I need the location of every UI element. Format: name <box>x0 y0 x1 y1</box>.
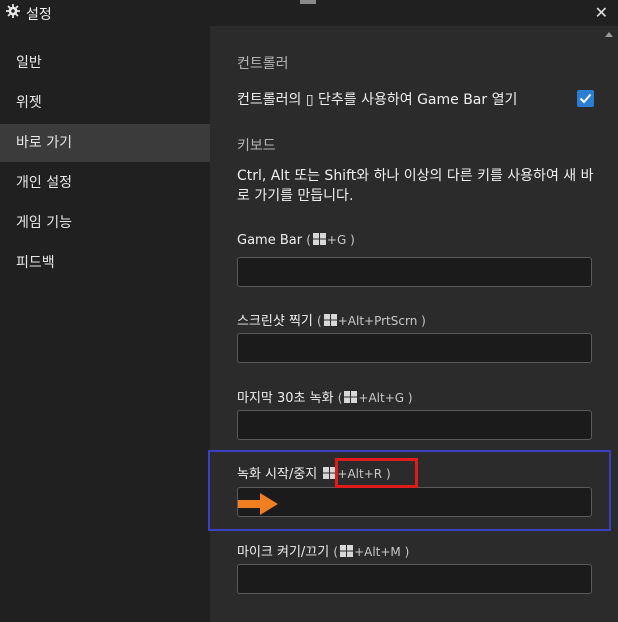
shortcut-keys: (+Alt+G ) <box>337 391 413 405</box>
gear-icon <box>6 4 20 18</box>
shortcut-keys: (+Alt+PrtScrn ) <box>317 314 426 328</box>
shortcut-input-mic-toggle[interactable] <box>237 564 592 594</box>
shortcut-input-screenshot[interactable] <box>237 333 592 363</box>
windows-key-icon <box>344 391 358 403</box>
shortcut-label: 마지막 30초 녹화 (+Alt+G ) <box>237 387 413 406</box>
settings-content: 컨트롤러 컨트롤러의 ▯ 단추를 사용하여 Game Bar 열기 키보드 Ct… <box>210 26 618 622</box>
arrow-right-icon <box>238 493 278 515</box>
drag-handle[interactable] <box>300 0 316 4</box>
shortcut-name: 마이크 켜기/끄기 <box>237 545 330 560</box>
windows-key-icon <box>340 545 354 557</box>
controller-checkbox[interactable] <box>577 90 594 107</box>
windows-key-icon <box>312 233 326 245</box>
keyboard-description: Ctrl, Alt 또는 Shift와 하나 이상의 다른 키를 사용하여 새 … <box>237 168 594 204</box>
shortcut-keys: (+Alt+M ) <box>333 545 410 559</box>
scroll-up-icon[interactable] <box>604 30 614 38</box>
controller-option-label: 컨트롤러의 ▯ 단추를 사용하여 Game Bar 열기 <box>237 92 518 108</box>
sidebar-item-feedback[interactable]: 피드백 <box>0 244 210 282</box>
shortcut-name: Game Bar <box>237 233 303 248</box>
sidebar-item-personalization[interactable]: 개인 설정 <box>0 164 210 202</box>
sidebar-item-widgets[interactable]: 위젯 <box>0 84 210 122</box>
shortcut-label: 스크린샷 찍기 (+Alt+PrtScrn ) <box>237 310 426 329</box>
shortcut-input-game-bar[interactable] <box>237 257 592 287</box>
shortcut-input-record-last-30s[interactable] <box>237 410 592 440</box>
shortcut-name: 마지막 30초 녹화 <box>237 391 334 406</box>
windows-key-icon <box>323 314 337 326</box>
sidebar-item-shortcuts[interactable]: 바로 가기 <box>0 124 210 162</box>
title-bar: 설정 ✕ <box>0 0 618 26</box>
sidebar: 일반 위젯 바로 가기 개인 설정 게임 기능 피드백 <box>0 26 210 622</box>
shortcut-keys: (+G ) <box>306 233 355 247</box>
shortcut-name: 스크린샷 찍기 <box>237 314 313 329</box>
controller-section-title: 컨트롤러 <box>237 56 289 72</box>
sidebar-item-general[interactable]: 일반 <box>0 44 210 82</box>
window-title: 설정 <box>26 7 52 23</box>
close-button[interactable]: ✕ <box>595 3 608 22</box>
shortcut-label: Game Bar (+G ) <box>237 233 355 248</box>
sidebar-item-gaming-features[interactable]: 게임 기능 <box>0 204 210 242</box>
shortcut-label: 마이크 켜기/끄기 (+Alt+M ) <box>237 541 409 560</box>
keyboard-section-title: 키보드 <box>237 138 276 154</box>
highlight-box-red <box>335 458 418 488</box>
